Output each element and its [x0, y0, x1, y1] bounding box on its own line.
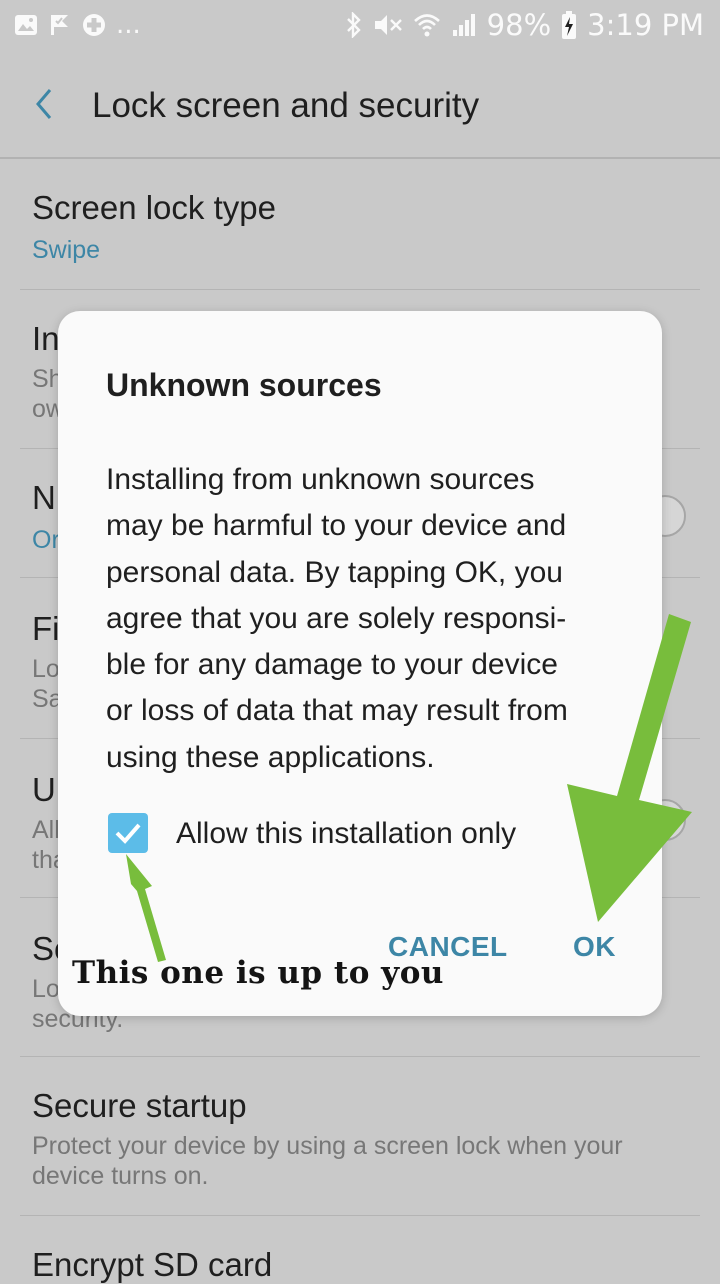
annotation-arrows: [126, 614, 692, 962]
ok-pointer-arrow: [567, 614, 692, 922]
checkbox-pointer-arrow: [126, 854, 166, 962]
annotation-text: This one is up to you: [72, 955, 444, 991]
